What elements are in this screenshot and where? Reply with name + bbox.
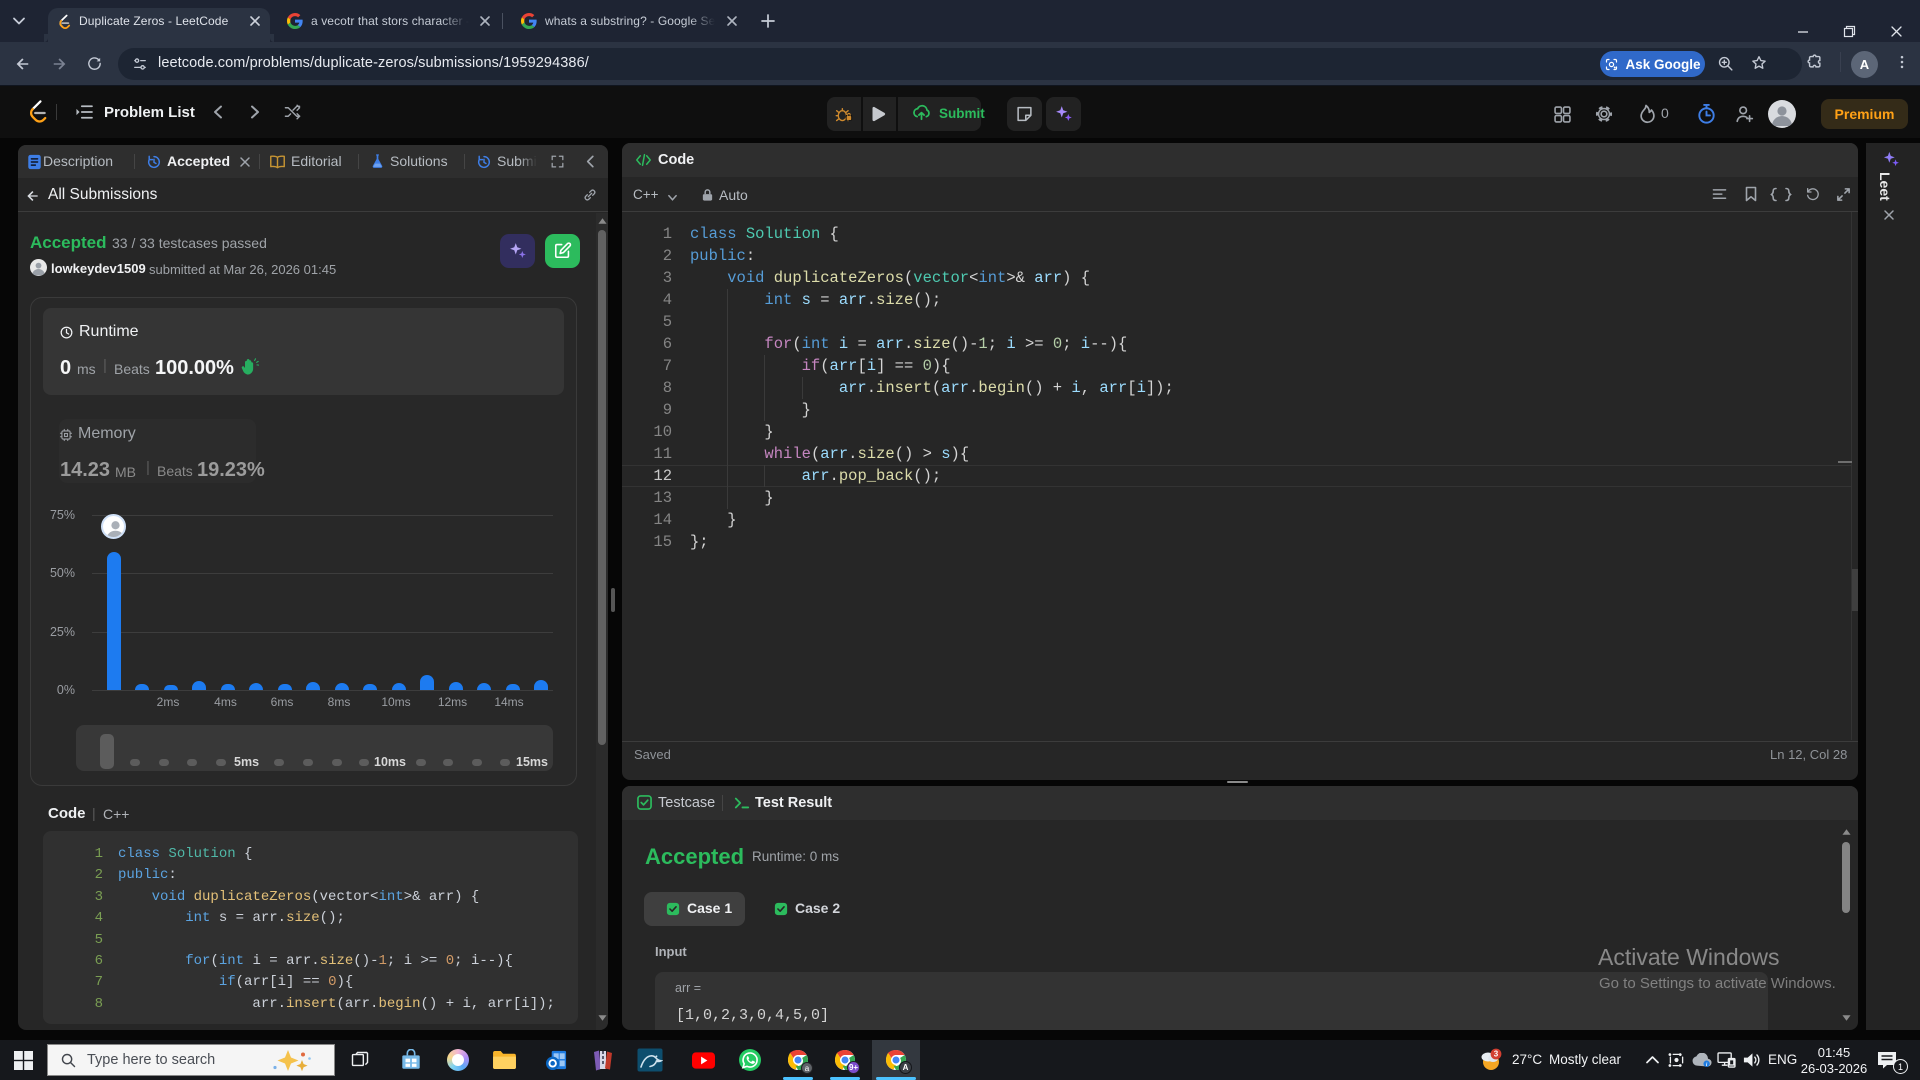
svg-text:3: 3 [1494, 1049, 1499, 1058]
